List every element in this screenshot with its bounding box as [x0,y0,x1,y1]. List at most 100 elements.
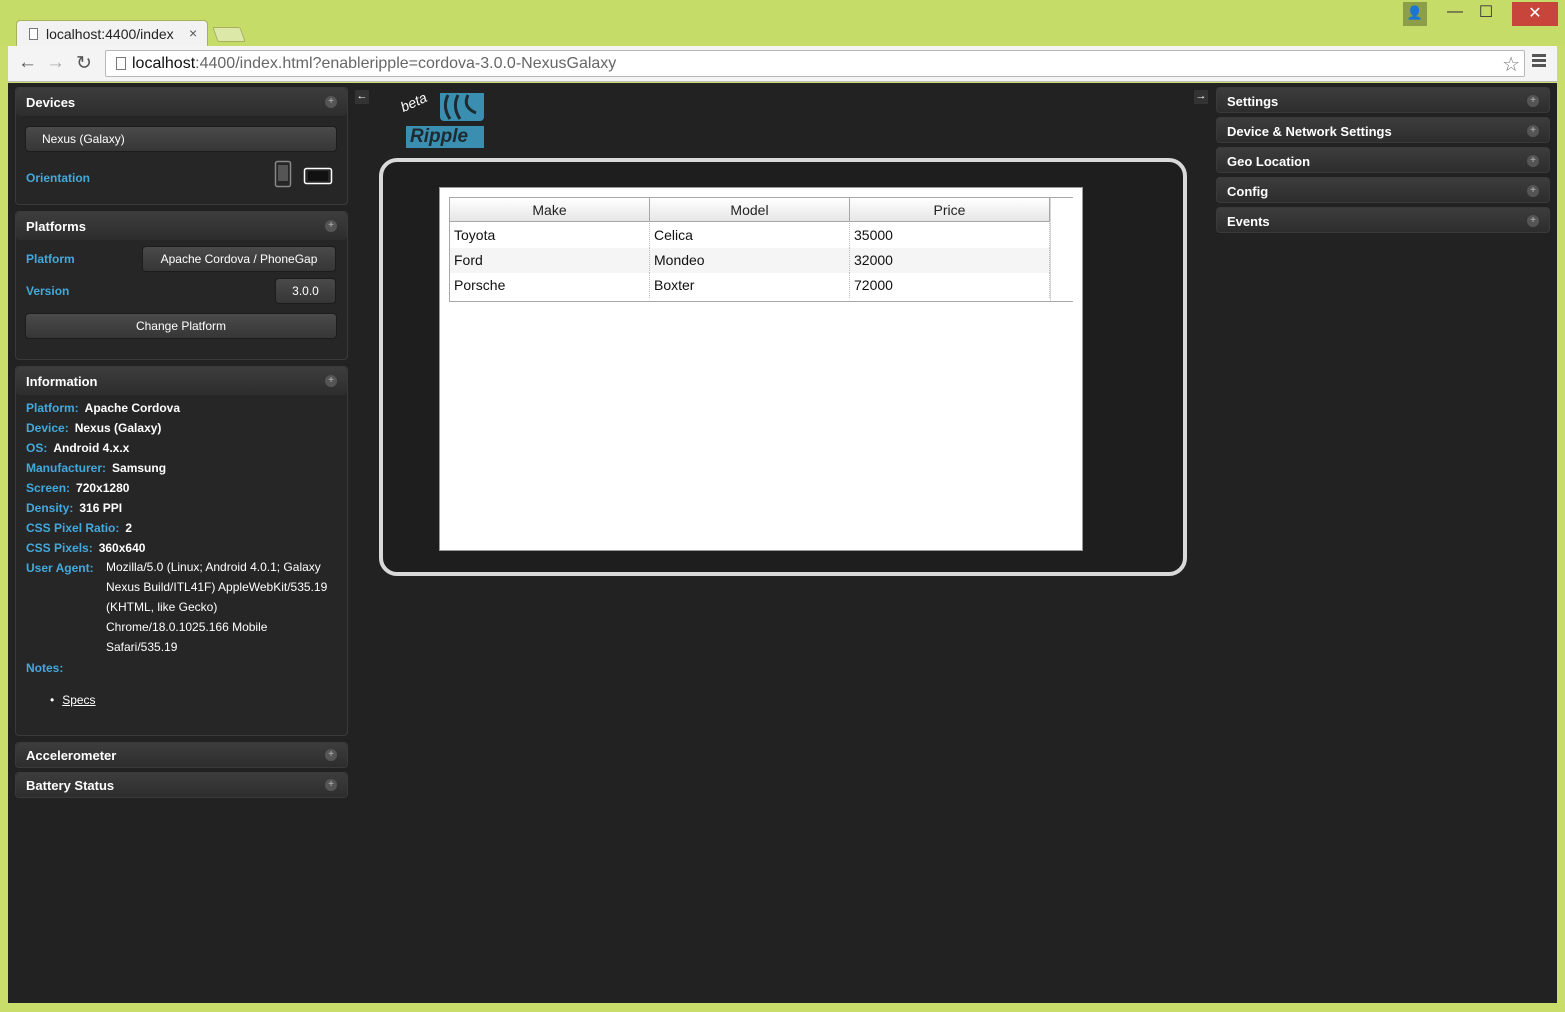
column-header-make[interactable]: Make [450,198,650,222]
battery-panel-header[interactable]: Battery Status + [16,773,347,797]
column-header-price[interactable]: Price [850,198,1050,222]
ua-line: Safari/535.19 [106,640,178,654]
info-platform: Platform: Apache Cordova [26,401,180,415]
forward-button[interactable]: → [46,52,65,74]
info-value: 360x640 [98,541,146,555]
panel-title: Events [1227,214,1270,229]
platforms-panel-header[interactable]: Platforms + [16,212,347,240]
info-css-pixels: CSS Pixels: 360x640 [26,541,145,555]
specs-link[interactable]: Specs [62,693,95,707]
ripple-logo: beta Ripple [397,88,490,152]
panel-title: Accelerometer [26,748,117,763]
panel-title: Devices [26,95,76,110]
cell-price[interactable]: 32000 [850,248,1050,273]
expand-icon[interactable]: + [325,220,337,232]
version-label: Version [26,284,70,298]
cell-make[interactable]: Porsche [450,273,650,298]
panel-title: Settings [1227,94,1279,109]
cell-price[interactable]: 72000 [850,273,1050,298]
cell-make[interactable]: Ford [450,248,650,273]
new-tab-button[interactable] [212,27,246,42]
info-key: Notes: [26,661,64,675]
info-density: Density: 316 PPI [26,501,122,515]
reload-button[interactable]: ↻ [76,52,92,75]
ua-line: Nexus Build/ITL41F) AppleWebKit/535.19 [106,580,328,594]
maximize-button[interactable]: ☐ [1472,2,1500,26]
minimize-button[interactable]: — [1438,2,1472,26]
expand-icon[interactable]: + [325,749,337,761]
info-key: Density: [26,501,74,515]
cell-price[interactable]: 35000 [850,223,1050,248]
collapse-right-arrow-icon[interactable]: → [1194,90,1208,104]
battery-status-panel[interactable]: Battery Status + [15,772,348,798]
info-manufacturer: Manufacturer: Samsung [26,461,166,475]
device-select[interactable]: Nexus (Galaxy) [25,126,337,152]
accelerometer-panel-header[interactable]: Accelerometer + [16,743,347,767]
info-user-agent-label: User Agent: [26,561,94,575]
ua-line: Mozilla/5.0 (Linux; Android 4.0.1; Galax… [106,560,321,574]
panel-title: Config [1227,184,1269,199]
expand-icon[interactable]: + [1527,215,1539,227]
platform-select[interactable]: Apache Cordova / PhoneGap [142,246,336,272]
info-value: 2 [125,521,133,535]
table-row[interactable]: Toyota Celica 35000 [450,223,1050,248]
settings-panel[interactable]: Settings + [1216,87,1550,113]
info-key: CSS Pixel Ratio: [26,521,120,535]
information-panel-header[interactable]: Information + [16,367,347,395]
url-path: :4400/index.html?enableripple=cordova-3.… [195,55,617,72]
user-profile-button[interactable]: 👤 [1403,2,1427,26]
cell-make[interactable]: Toyota [450,223,650,248]
address-bar[interactable]: localhost:4400/index.html?enableripple=c… [105,50,1525,77]
expand-icon[interactable]: + [325,375,337,387]
config-panel[interactable]: Config + [1216,177,1550,203]
accelerometer-panel[interactable]: Accelerometer + [15,742,348,768]
device-select-value: Nexus (Galaxy) [42,132,125,146]
expand-icon[interactable]: + [1527,125,1539,137]
tab-close-icon[interactable]: × [189,25,197,41]
expand-icon[interactable]: + [1527,185,1539,197]
collapse-left-arrow-icon[interactable]: ← [355,90,369,104]
close-window-button[interactable]: ✕ [1512,2,1558,26]
page-favicon-icon [29,28,38,40]
cell-model[interactable]: Mondeo [650,248,850,273]
events-panel[interactable]: Events + [1216,207,1550,233]
expand-icon[interactable]: + [325,779,337,791]
info-notes: Notes: [26,661,63,675]
devices-panel-header[interactable]: Devices + [16,88,347,116]
info-key: Platform: [26,401,79,415]
browser-menu-button[interactable] [1532,54,1546,69]
logo-beta: beta [397,88,430,116]
ua-line: Chrome/18.0.1025.166 Mobile [106,620,268,634]
info-key: Screen: [26,481,71,495]
device-screen: Make Model Price Toyota Celica 35000 For… [439,187,1083,551]
info-os: OS: Android 4.x.x [26,441,129,455]
specs-list-item: • Specs [50,693,96,707]
expand-icon[interactable]: + [1527,155,1539,167]
platform-label: Platform [26,252,75,266]
panel-title: Battery Status [26,778,115,793]
geo-location-panel[interactable]: Geo Location + [1216,147,1550,173]
table-row[interactable]: Ford Mondeo 32000 [450,248,1050,273]
info-key: Manufacturer: [26,461,107,475]
table-row[interactable]: Porsche Boxter 72000 [450,273,1050,298]
cell-model[interactable]: Celica [650,223,850,248]
back-button[interactable]: ← [18,52,37,74]
column-header-model[interactable]: Model [650,198,850,222]
change-platform-button[interactable]: Change Platform [25,313,337,339]
version-select[interactable]: 3.0.0 [275,278,336,304]
info-key: User Agent: [26,561,94,575]
panel-title: Platforms [26,219,86,234]
info-key: Device: [26,421,69,435]
grid-scrollbar[interactable] [1050,198,1073,301]
url-text[interactable]: localhost:4400/index.html?enableripple=c… [132,55,616,73]
device-network-settings-panel[interactable]: Device & Network Settings + [1216,117,1550,143]
bookmark-star-icon[interactable]: ☆ [1502,52,1520,77]
portrait-phone-icon[interactable] [274,160,292,188]
info-value: Apache Cordova [84,401,181,415]
panel-title: Geo Location [1227,154,1311,169]
expand-icon[interactable]: + [1527,95,1539,107]
cell-model[interactable]: Boxter [650,273,850,298]
expand-icon[interactable]: + [325,96,337,108]
landscape-phone-icon[interactable] [303,167,333,185]
browser-tab[interactable]: localhost:4400/index × [16,20,208,47]
